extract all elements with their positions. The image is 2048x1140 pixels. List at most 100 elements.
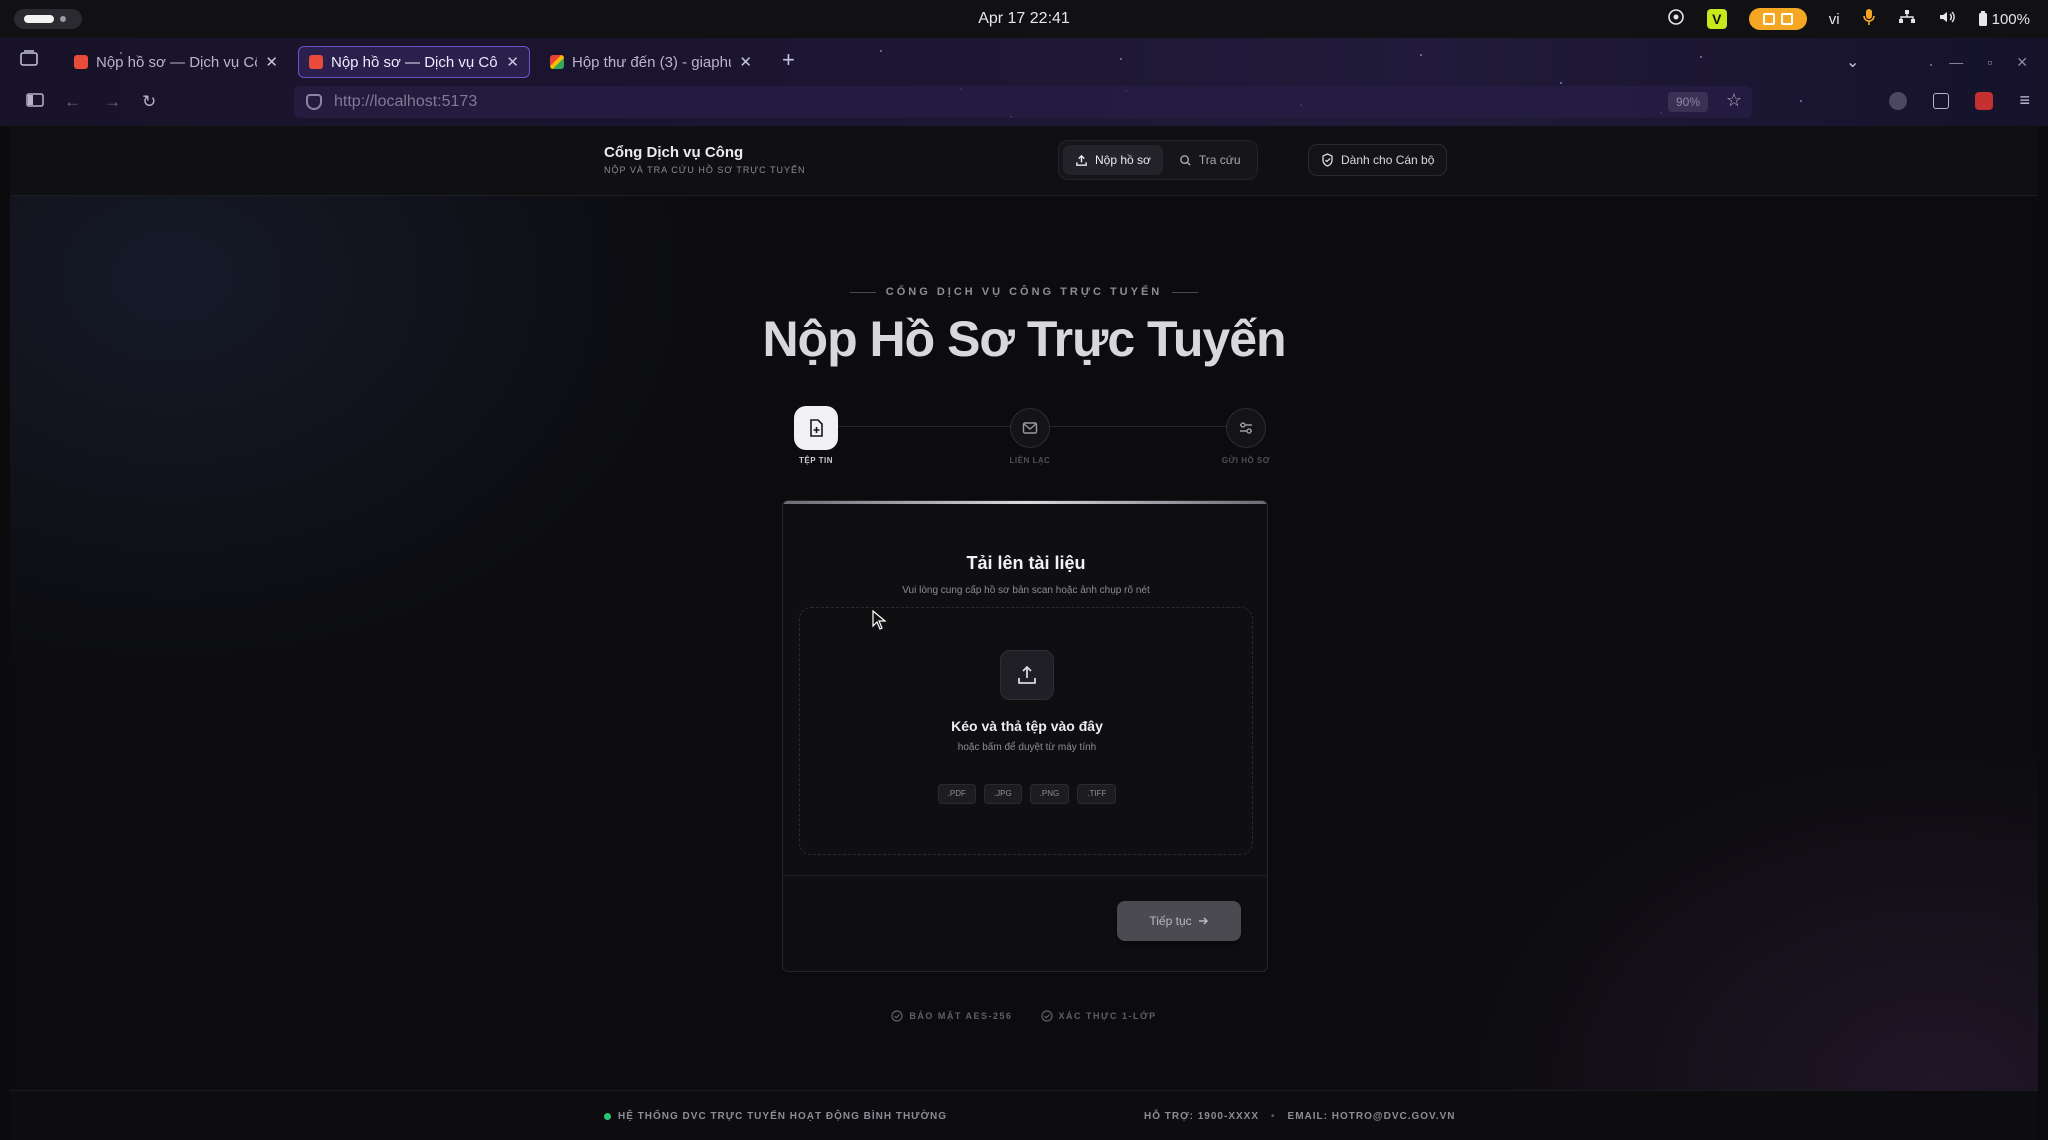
footer-contacts: HỖ TRỢ: 1900-XXXX • EMAIL: HOTRO@DVC.GOV… [1144, 1111, 1455, 1122]
continue-label: Tiếp tục [1149, 914, 1192, 928]
footer-separator: • [1271, 1111, 1276, 1122]
system-status: HỆ THỐNG DVC TRỰC TUYẾN HOẠT ĐỘNG BÌNH T… [604, 1111, 947, 1122]
maximize-icon[interactable]: ▫ [1987, 54, 1992, 71]
tab-close-icon[interactable]: ✕ [506, 53, 519, 71]
bookmark-star-icon[interactable]: ☆ [1726, 90, 1742, 111]
format-badge: .JPG [983, 784, 1022, 804]
step-files-badge [794, 406, 838, 450]
nav-submit-label: Nộp hồ sơ [1095, 153, 1151, 167]
workspace-indicator-active [24, 15, 54, 23]
tab-strip: Nộp hồ sơ — Dịch vụ Côn ✕ Nộp hồ sơ — Dị… [0, 42, 2048, 78]
nav-lookup-button[interactable]: Tra cứu [1167, 145, 1253, 175]
close-window-icon[interactable]: ✕ [2016, 54, 2028, 71]
browser-chrome: Nộp hồ sơ — Dịch vụ Côn ✕ Nộp hồ sơ — Dị… [0, 38, 2048, 126]
tab-close-icon[interactable]: ✕ [265, 53, 278, 71]
trust-badges: BẢO MẬT AES-256 XÁC THỰC 1-LỚP [10, 1010, 2038, 1022]
sidebar-toggle-icon[interactable] [26, 92, 44, 113]
sliders-icon [1240, 422, 1252, 434]
card-divider [783, 875, 1267, 876]
battery-icon [1978, 11, 1987, 26]
browser-tab-1[interactable]: Nộp hồ sơ — Dịch vụ Côn ✕ [64, 46, 288, 78]
brand-title: Cổng Dịch vụ Công [604, 144, 744, 161]
accepted-formats: .PDF .JPG .PNG .TIFF [800, 784, 1254, 804]
browser-tab-3[interactable]: Hộp thư đến (3) - giaphuc ✕ [540, 46, 762, 78]
site-favicon-icon [309, 55, 323, 69]
eyebrow-line-right [1172, 291, 1199, 293]
trust-badge-label: XÁC THỰC 1-LỚP [1058, 1011, 1157, 1021]
minimize-icon[interactable]: — [1949, 54, 1963, 71]
web-page: Cổng Dịch vụ Công NỘP VÀ TRA CỨU HỒ SƠ T… [10, 126, 2038, 1140]
input-language[interactable]: vi [1829, 11, 1840, 28]
hero-eyebrow: CỔNG DỊCH VỤ CÔNG TRỰC TUYẾN [10, 286, 2038, 298]
chrome-tray-icon[interactable] [1667, 8, 1685, 30]
nav-lookup-label: Tra cứu [1198, 153, 1241, 167]
site-favicon-icon [74, 55, 88, 69]
dropzone-title: Kéo và thả tệp vào đây [951, 718, 1103, 734]
trust-badge-auth: XÁC THỰC 1-LỚP [1040, 1010, 1157, 1022]
extension-icons: ≡ [1889, 90, 2030, 111]
extensions-puzzle-icon[interactable] [1933, 92, 1950, 109]
hamburger-menu-icon[interactable]: ≡ [2019, 90, 2030, 111]
tab-title: Nộp hồ sơ — Dịch vụ Côn [96, 53, 258, 71]
tab-list-icon[interactable] [20, 50, 42, 70]
ublock-origin-icon[interactable] [1975, 91, 1994, 110]
eyebrow-text: CỔNG DỊCH VỤ CÔNG TRỰC TUYẾN [885, 286, 1163, 298]
zoom-level-badge[interactable]: 90% [1667, 92, 1708, 112]
forward-arrow-icon[interactable]: → [104, 92, 121, 112]
step-contact-badge [1010, 408, 1050, 448]
vim-tray-icon[interactable]: V [1706, 9, 1727, 29]
battery-status[interactable]: 100% [1978, 11, 2030, 28]
gmail-favicon-icon [550, 55, 564, 69]
format-badge: .PDF [937, 784, 976, 804]
file-plus-icon [810, 419, 823, 437]
upload-icon [1018, 666, 1036, 684]
back-arrow-icon[interactable]: ← [64, 92, 81, 112]
list-all-tabs-chevron-icon[interactable]: ⌄ [1846, 52, 1859, 72]
account-avatar-icon[interactable] [1889, 91, 1908, 110]
upload-card: Tải lên tài liệu Vui lòng cung cấp hồ sơ… [782, 500, 1268, 972]
site-header: Cổng Dịch vụ Công NỘP VÀ TRA CỨU HỒ SƠ T… [10, 126, 2038, 196]
support-email[interactable]: EMAIL: HOTRO@DVC.GOV.VN [1288, 1111, 1456, 1122]
microphone-icon[interactable] [1862, 8, 1876, 30]
step-submit-badge [1226, 408, 1266, 448]
tab-title: Nộp hồ sơ — Dịch vụ Côn [331, 53, 499, 71]
tab-close-icon[interactable]: ✕ [739, 53, 752, 71]
arrow-right-icon [1198, 917, 1208, 925]
battery-percent: 100% [1991, 10, 2030, 28]
dropzone-subtitle: hoặc bấm để duyệt từ máy tính [957, 742, 1097, 753]
card-title: Tải lên tài liệu [966, 553, 1086, 573]
file-dropzone[interactable]: Kéo và thả tệp vào đây hoặc bấm để duyệt… [799, 607, 1253, 855]
staff-portal-button[interactable]: Dành cho Cán bộ [1308, 144, 1448, 176]
step-contact[interactable]: LIÊN LẠC [990, 408, 1070, 465]
step-submit[interactable]: GỬI HỒ SƠ [1206, 408, 1286, 465]
nav-submit-button[interactable]: Nộp hồ sơ [1063, 145, 1163, 175]
check-circle-icon [1040, 1010, 1053, 1022]
reload-icon[interactable]: ↻ [142, 92, 156, 112]
screen-recording-indicator[interactable] [1748, 8, 1807, 30]
format-badge: .TIFF [1077, 784, 1117, 804]
page-title: Nộp Hồ Sơ Trực Tuyến [762, 311, 1286, 367]
staff-portal-label: Dành cho Cán bộ [1341, 153, 1435, 167]
window-controls: — ▫ ✕ [1949, 54, 2028, 71]
browser-tab-2[interactable]: Nộp hồ sơ — Dịch vụ Côn ✕ [298, 46, 530, 78]
activities-button[interactable] [14, 9, 82, 29]
tracking-protection-shield-icon[interactable] [306, 94, 322, 110]
step-files[interactable]: TỆP TIN [776, 406, 856, 465]
system-status-text: HỆ THỐNG DVC TRỰC TUYẾN HOẠT ĐỘNG BÌNH T… [618, 1111, 948, 1122]
brand[interactable]: Cổng Dịch vụ Công NỘP VÀ TRA CỨU HỒ SƠ T… [604, 144, 805, 175]
workspace-indicator [60, 16, 66, 22]
new-tab-plus-icon[interactable]: + [782, 49, 795, 71]
step-files-label: TỆP TIN [798, 456, 834, 465]
card-accent-bar [783, 501, 1267, 504]
progress-stepper: TỆP TIN LIÊN LẠC GỬI HỒ SƠ [784, 404, 1276, 465]
continue-button[interactable]: Tiếp tục [1117, 901, 1241, 941]
url-text[interactable]: http://localhost:5173 [334, 93, 477, 111]
volume-icon[interactable] [1938, 9, 1956, 29]
navigation-toolbar: ← → ↻ http://localhost:5173 90% ☆ ≡ [0, 82, 2048, 122]
support-hotline[interactable]: HỖ TRỢ: 1900-XXXX [1144, 1111, 1259, 1122]
address-bar[interactable]: http://localhost:5173 90% ☆ [294, 86, 1752, 118]
status-dot-icon [604, 1113, 611, 1120]
upload-icon-box [1000, 650, 1054, 700]
card-subtitle: Vui lòng cung cấp hồ sơ bản scan hoặc ản… [902, 585, 1150, 596]
network-icon[interactable] [1898, 9, 1916, 29]
